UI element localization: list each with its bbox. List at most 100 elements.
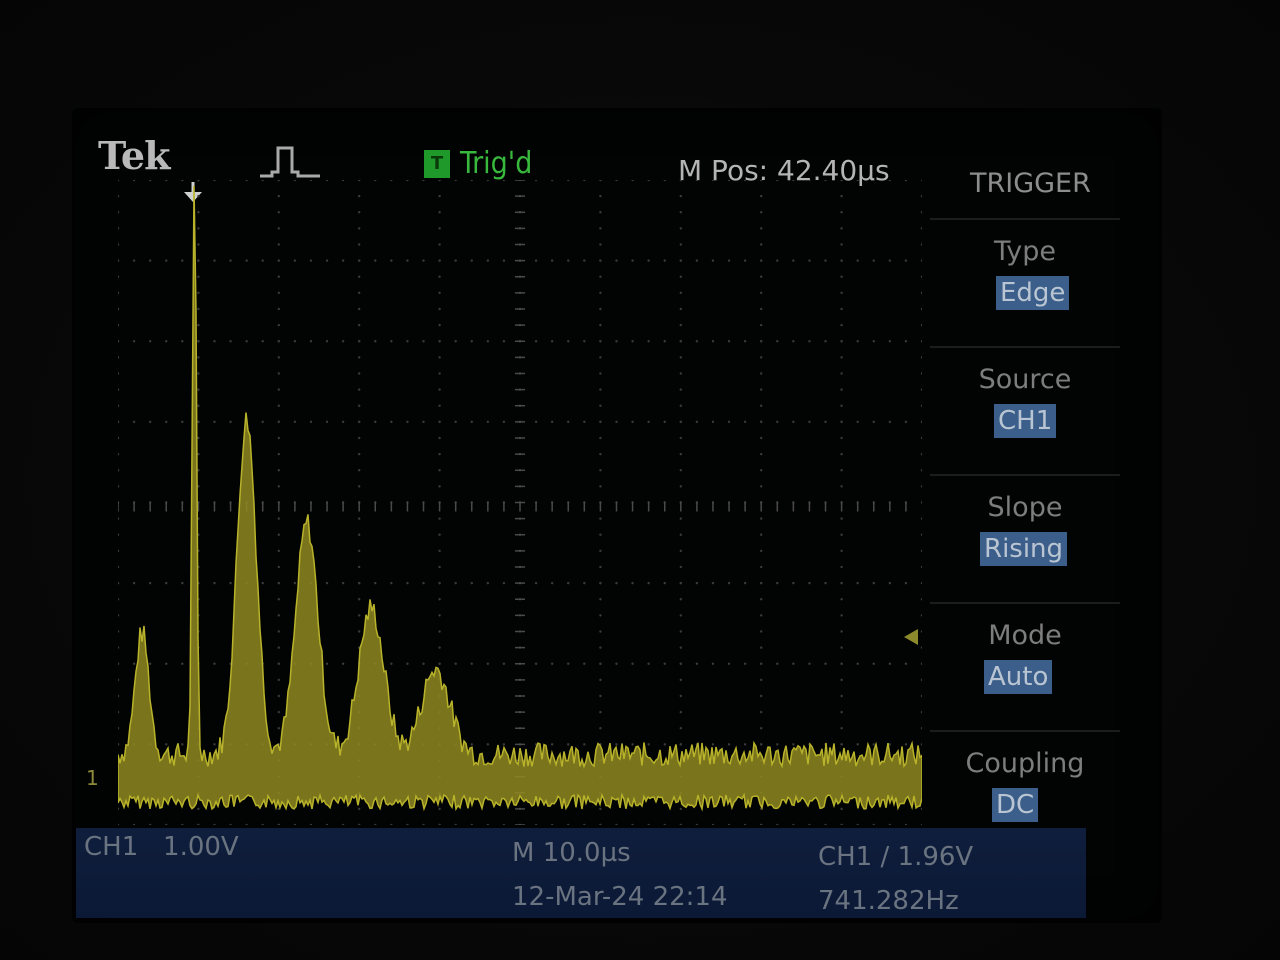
grid-dot bbox=[599, 243, 602, 246]
grid-dot bbox=[197, 356, 200, 359]
grid-dot bbox=[679, 323, 682, 327]
grid-dot bbox=[277, 823, 280, 825]
menu-item-value: Edge bbox=[996, 276, 1070, 310]
grid-dot bbox=[599, 211, 602, 214]
grid-dot bbox=[599, 598, 602, 601]
grid-dot bbox=[760, 533, 763, 536]
menu-item-slope[interactable]: Slope Rising bbox=[930, 474, 1120, 596]
grid-dot bbox=[358, 549, 361, 553]
grid-dot bbox=[920, 340, 922, 343]
grid-dot bbox=[277, 598, 280, 601]
grid-dot bbox=[165, 180, 168, 182]
grid-dot bbox=[197, 180, 200, 182]
grid-dot bbox=[743, 180, 747, 182]
grid-dot bbox=[840, 275, 843, 278]
grid-dot bbox=[920, 501, 922, 504]
grid-dot bbox=[920, 388, 922, 391]
grid-dot bbox=[358, 291, 361, 295]
grid-dot bbox=[438, 662, 441, 665]
grid-dot bbox=[711, 823, 715, 825]
grid-dot bbox=[856, 743, 859, 746]
grid-dot bbox=[406, 340, 409, 343]
grid-dot bbox=[872, 340, 875, 343]
grid-dot bbox=[583, 823, 586, 825]
grid-dot bbox=[599, 388, 602, 391]
grid-dot bbox=[438, 372, 441, 375]
status-bar: CH1 1.00V M 10.0µs 12-Mar-24 22:14 CH1 ∕… bbox=[76, 828, 1086, 918]
grid-dot bbox=[920, 404, 922, 407]
grid-dot bbox=[567, 743, 570, 746]
grid-dot bbox=[358, 340, 361, 343]
grid-dot bbox=[695, 823, 699, 825]
menu-item-type[interactable]: Type Edge bbox=[930, 218, 1120, 340]
grid-dot bbox=[132, 823, 136, 825]
grid-dot bbox=[663, 259, 666, 262]
grid-dot bbox=[148, 340, 152, 343]
grid-dot bbox=[840, 211, 843, 214]
grid-dot bbox=[197, 372, 200, 375]
grid-dot bbox=[631, 259, 634, 262]
grid-dot bbox=[872, 259, 875, 262]
trigger-menu: TRIGGER Type Edge Source CH1 Slope Risin… bbox=[930, 160, 1120, 840]
grid-dot bbox=[776, 340, 779, 343]
grid-dot bbox=[727, 259, 731, 262]
grid-dot bbox=[261, 420, 264, 424]
grid-dot bbox=[118, 356, 120, 359]
grid-dot bbox=[148, 180, 152, 182]
grid-dot bbox=[550, 180, 554, 182]
grid-dot bbox=[454, 823, 457, 825]
grid-dot bbox=[679, 581, 682, 585]
grid-dot bbox=[776, 743, 779, 746]
grid-dot bbox=[599, 533, 602, 536]
grid-dot bbox=[760, 291, 763, 295]
grid-dot bbox=[438, 436, 441, 440]
grid-dot bbox=[277, 275, 280, 278]
grid-dot bbox=[920, 452, 922, 456]
grid-dot bbox=[856, 420, 859, 424]
grid-dot bbox=[679, 727, 682, 730]
grid-dot bbox=[920, 678, 922, 682]
grid-dot bbox=[711, 340, 715, 343]
grid-dot bbox=[679, 275, 682, 278]
grid-dot bbox=[390, 259, 393, 262]
grid-dot bbox=[920, 662, 922, 665]
grid-dot bbox=[856, 180, 859, 182]
menu-item-mode[interactable]: Mode Auto bbox=[930, 602, 1120, 724]
grid-dot bbox=[760, 404, 763, 407]
grid-dot bbox=[118, 727, 120, 730]
grid-dot bbox=[679, 485, 682, 488]
pulse-waveform-icon bbox=[260, 146, 320, 178]
grid-dot bbox=[904, 823, 908, 825]
menu-item-label: Mode bbox=[988, 620, 1062, 651]
grid-dot bbox=[406, 662, 409, 665]
grid-dot bbox=[454, 259, 457, 262]
menu-item-label: Coupling bbox=[965, 748, 1085, 779]
grid-dot bbox=[599, 710, 602, 714]
grid-dot bbox=[534, 823, 538, 825]
grid-dot bbox=[840, 404, 843, 407]
menu-item-source[interactable]: Source CH1 bbox=[930, 346, 1120, 468]
grid-dot bbox=[920, 194, 922, 198]
grid-dot bbox=[213, 662, 216, 665]
grid-dot bbox=[727, 743, 731, 746]
grid-dot bbox=[679, 662, 682, 665]
grid-dot bbox=[358, 323, 361, 327]
grid-dot bbox=[438, 469, 441, 472]
grid-dot bbox=[647, 340, 650, 343]
grid-dot bbox=[486, 340, 490, 343]
grid-dot bbox=[679, 614, 682, 617]
grid-dot bbox=[583, 662, 586, 665]
grid-dot bbox=[390, 180, 393, 182]
grid-dot bbox=[792, 420, 795, 424]
grid-dot bbox=[760, 581, 763, 585]
grid-dot bbox=[872, 420, 875, 424]
grid-dot bbox=[165, 259, 168, 262]
grid-dot bbox=[679, 340, 682, 343]
grid-dot bbox=[679, 356, 682, 359]
grid-dot bbox=[118, 194, 120, 198]
grid-dot bbox=[631, 180, 634, 182]
grid-dot bbox=[663, 743, 666, 746]
grid-dot bbox=[118, 549, 120, 553]
grid-dot bbox=[840, 533, 843, 536]
grid-dot bbox=[856, 259, 859, 262]
